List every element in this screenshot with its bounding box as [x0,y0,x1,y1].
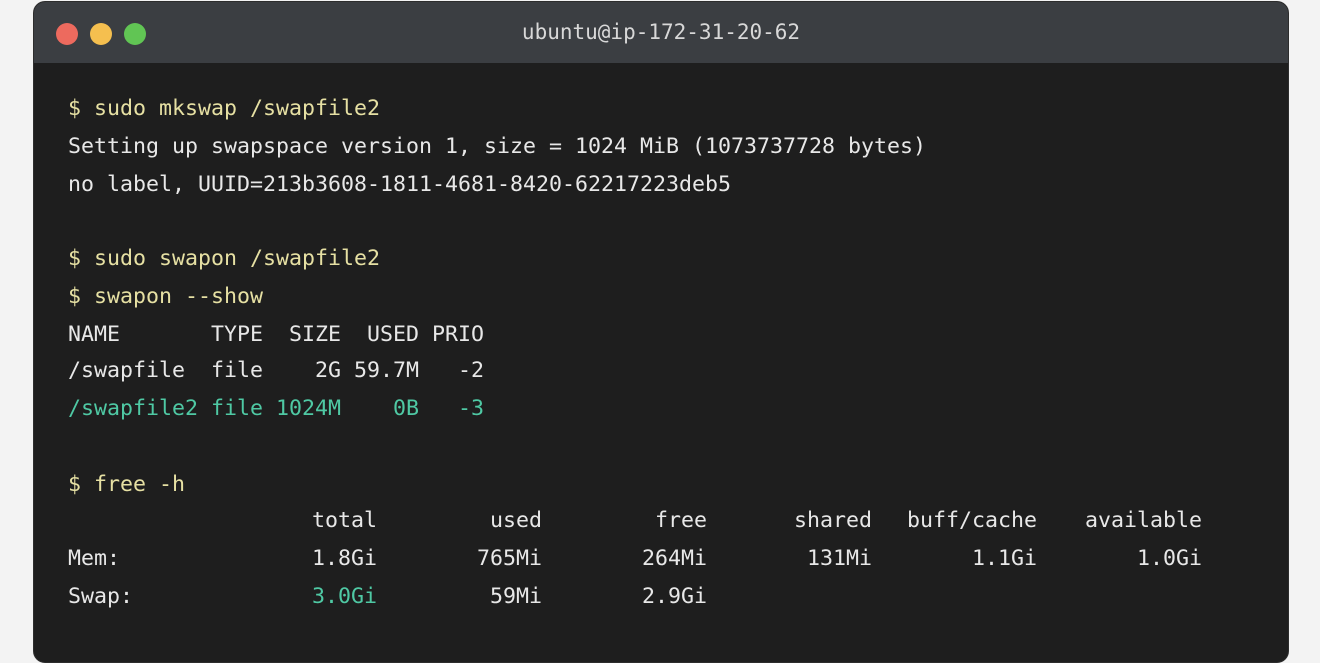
mem-free: 264Mi [641,546,707,571]
mem-buff-cache: 1.1Gi [971,546,1037,571]
command-line: $ sudo mkswap /swapfile2 [68,96,381,121]
terminal-window: ubuntu@ip-172-31-20-62 $ sudo mkswap /sw… [33,1,1289,663]
header-used: used [489,508,542,533]
free-table-row-swap: Swap: 3.0Gi 59Mi 2.9Gi [68,582,1178,612]
mem-available: 1.0Gi [1136,546,1202,571]
command-line: $ free -h [68,472,186,497]
free-table-header: total used free shared buff/cache availa… [68,506,1202,536]
command-line: $ swapon --show [68,284,264,309]
header-total: total [311,508,377,533]
mem-shared: 131Mi [806,546,872,571]
header-free: free [654,508,707,533]
swap-used: 59Mi [489,584,542,609]
window-title: ubuntu@ip-172-31-20-62 [521,20,801,44]
title-bar: ubuntu@ip-172-31-20-62 [34,2,1288,63]
mem-used: 765Mi [476,546,542,571]
swap-table-row: /swapfile file 2G 59.7M -2 [68,358,485,383]
header-available: available [1084,508,1202,533]
command-line: $ sudo swapon /swapfile2 [68,246,381,271]
swap-table-row-highlight: /swapfile2 file 1024M 0B -3 [68,396,485,421]
mem-total: 1.8Gi [311,546,377,571]
terminal-output[interactable]: $ sudo mkswap /swapfile2 Setting up swap… [68,2,1202,609]
header-buff-cache: buff/cache [906,508,1037,533]
free-table-row-mem: Mem: 1.8Gi 765Mi 264Mi 131Mi 1.1Gi 1.0Gi [68,544,1202,574]
row-label: Swap: [68,584,134,609]
swap-table-header: NAME TYPE SIZE USED PRIO [68,322,485,347]
header-shared: shared [793,508,872,533]
output-line: no label, UUID=213b3608-1811-4681-8420-6… [68,172,732,197]
swap-total: 3.0Gi [311,584,377,609]
row-label: Mem: [68,546,121,571]
swap-free: 2.9Gi [641,584,707,609]
output-line: Setting up swapspace version 1, size = 1… [68,134,927,159]
